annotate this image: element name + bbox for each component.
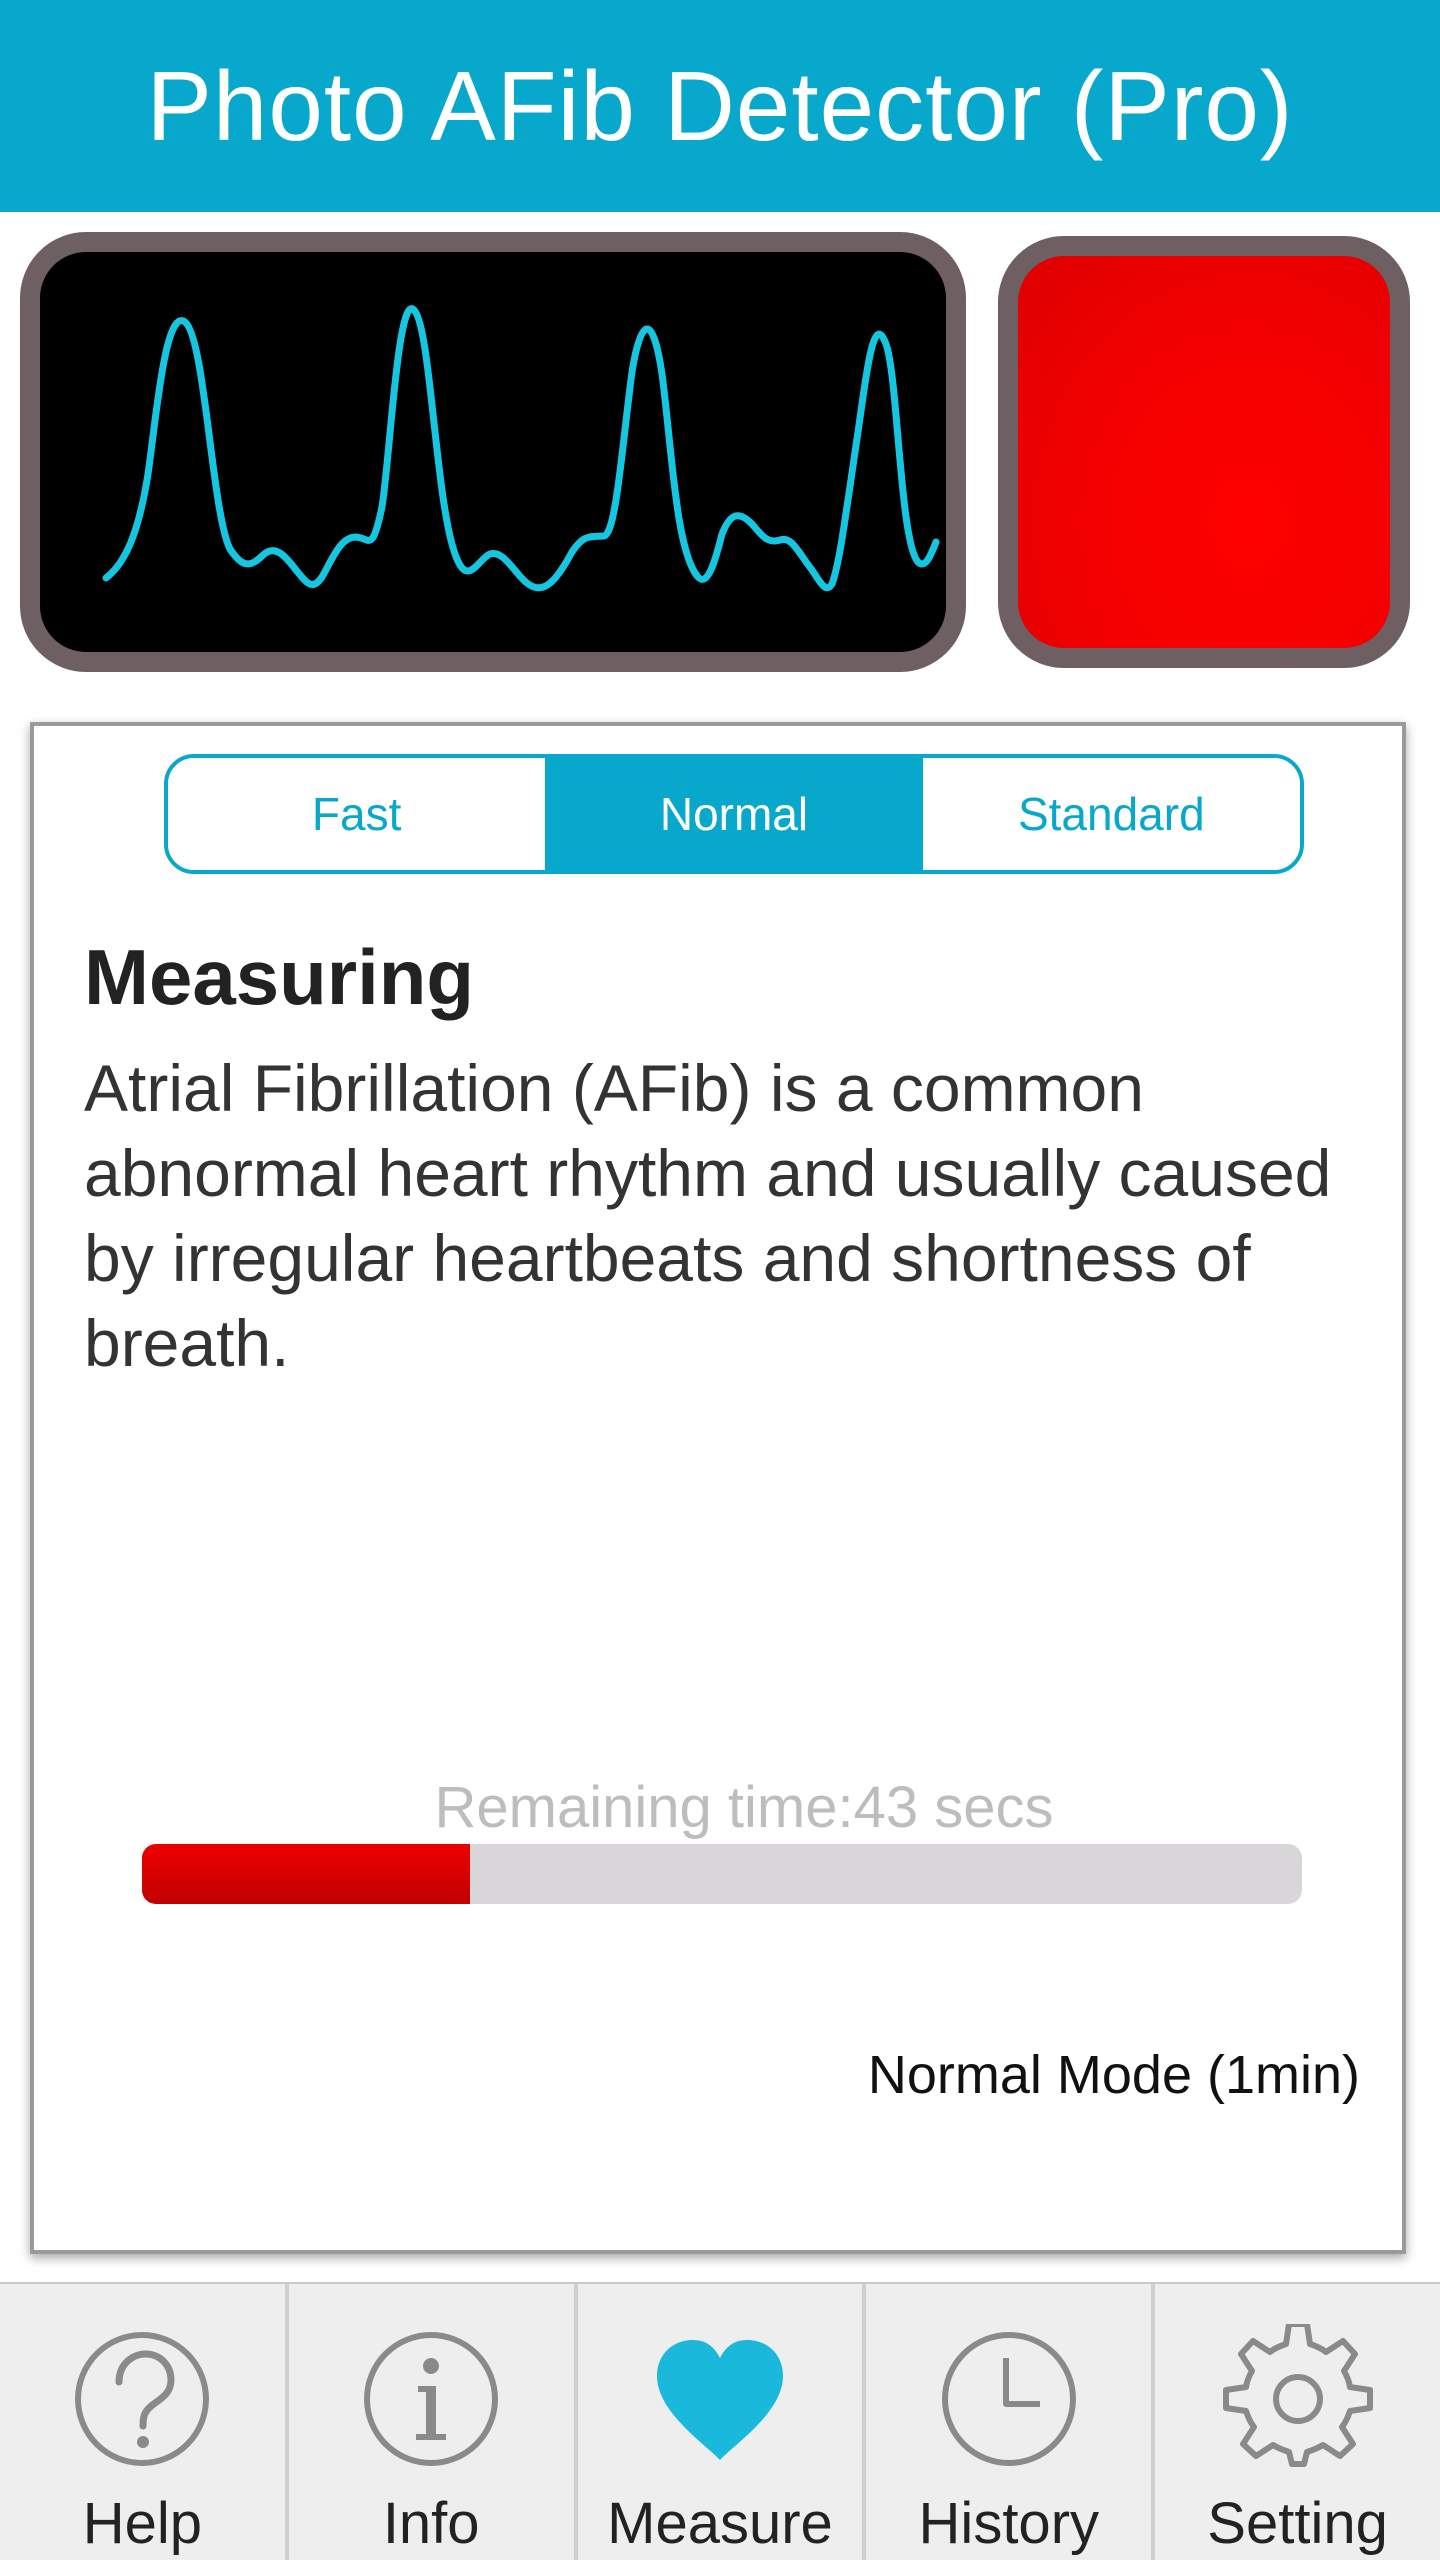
camera-preview — [998, 236, 1410, 668]
nav-item-info[interactable]: Info — [289, 2284, 578, 2560]
nav-item-measure[interactable]: Measure — [578, 2284, 867, 2560]
measurement-progress-fill — [142, 1844, 471, 1904]
mode-option-standard[interactable]: Standard — [922, 758, 1300, 870]
nav-item-history[interactable]: History — [866, 2284, 1156, 2560]
clock-icon — [941, 2332, 1076, 2466]
nav-label-info: Info — [382, 2491, 480, 2556]
heart-icon — [656, 2340, 783, 2460]
nav-item-setting[interactable]: Setting — [1155, 2284, 1440, 2560]
info-circle-icon — [364, 2332, 499, 2466]
measurement-progress-bar — [142, 1844, 1302, 1904]
mode-selector: Fast Normal Standard — [164, 754, 1304, 874]
nav-label-help: Help — [82, 2491, 203, 2556]
bottom-nav: Help Info Measure History Setting — [0, 2282, 1440, 2560]
measurement-card: Fast Normal Standard Measuring Atrial Fi… — [30, 722, 1406, 2254]
nav-label-setting: Setting — [1207, 2491, 1388, 2556]
measurement-description: Atrial Fibrillation (AFib) is a common a… — [84, 1051, 1332, 1380]
waveform-display — [20, 232, 966, 672]
question-circle-icon — [75, 2332, 210, 2466]
remaining-time-text: Remaining time:43 secs — [434, 1775, 1054, 1840]
measurement-title: Measuring — [84, 933, 475, 1021]
nav-label-history: History — [918, 2491, 1100, 2556]
mode-label: Normal Mode (1min) — [867, 2045, 1360, 2105]
mode-option-normal[interactable]: Normal — [545, 758, 923, 870]
app-bar: Photo AFib Detector (Pro) — [0, 0, 1440, 212]
app-title: Photo AFib Detector (Pro) — [146, 50, 1294, 161]
mode-option-fast[interactable]: Fast — [168, 758, 546, 870]
pulse-waveform-line — [102, 305, 940, 592]
nav-item-help[interactable]: Help — [0, 2284, 289, 2560]
gear-icon — [1222, 2324, 1373, 2467]
pulse-waveform-graph — [102, 305, 940, 592]
nav-label-measure: Measure — [607, 2491, 833, 2556]
